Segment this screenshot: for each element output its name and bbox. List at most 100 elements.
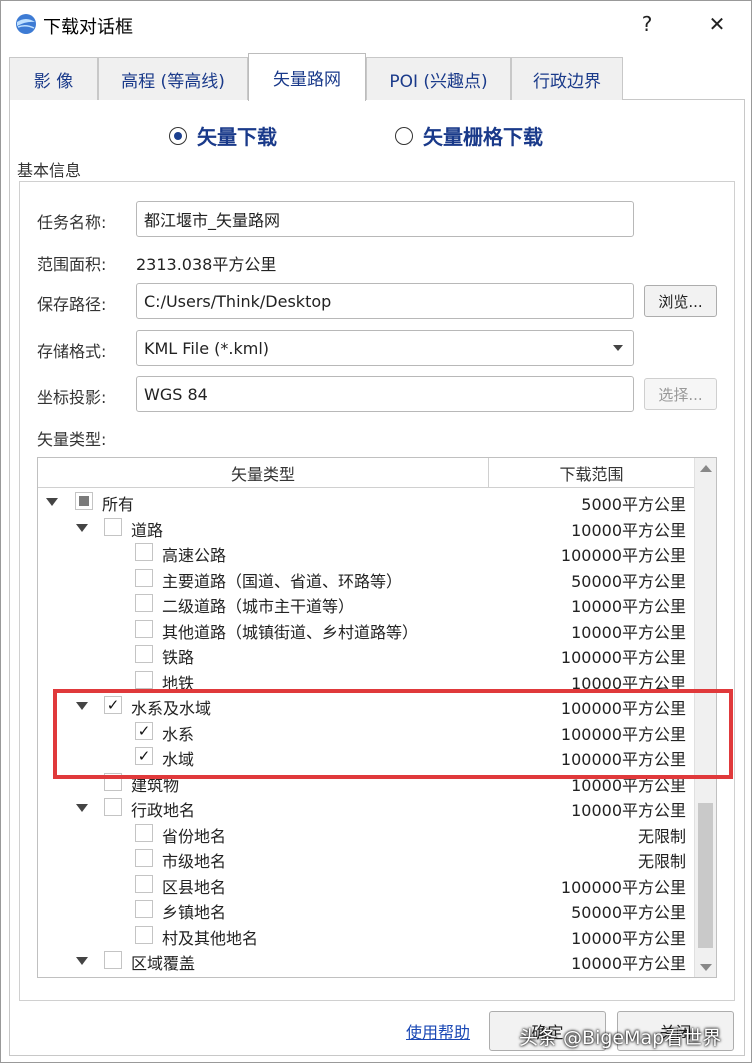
row-range: 10000平方公里: [571, 520, 686, 540]
tree-row[interactable]: 区域覆盖 10000平方公里: [38, 948, 694, 974]
tab-imagery[interactable]: 影 像: [9, 57, 98, 100]
row-range: 5000平方公里: [581, 495, 686, 514]
close-window-button[interactable]: ✕: [693, 7, 741, 41]
tab-label: POI (兴趣点): [389, 71, 488, 92]
expand-arrow-icon[interactable]: [76, 957, 88, 965]
tab-vector-roads[interactable]: 矢量路网: [248, 53, 366, 101]
row-checkbox[interactable]: [135, 670, 153, 689]
radio-label: 矢量下载: [197, 125, 277, 149]
tree-row[interactable]: 二级道路（城市主干道等） 10000平方公里: [38, 591, 694, 617]
tree-row[interactable]: 行政地名 10000平方公里: [38, 795, 694, 821]
scroll-up-icon[interactable]: [700, 465, 712, 472]
row-label: 铁路: [162, 648, 195, 667]
row-checkbox[interactable]: [135, 874, 153, 893]
expand-arrow-icon[interactable]: [76, 523, 88, 532]
row-range: 50000平方公里: [571, 903, 686, 922]
help-button[interactable]: ?: [623, 7, 671, 41]
tree-row[interactable]: 区县地名 100000平方公里: [38, 872, 694, 898]
help-link[interactable]: 使用帮助: [406, 1019, 470, 1043]
scroll-thumb[interactable]: [698, 803, 713, 948]
row-range: 10000平方公里: [571, 597, 686, 616]
row-label: 省份地名: [162, 826, 227, 846]
row-label: 市级地名: [162, 852, 227, 871]
area-label: 范围面积:: [37, 255, 107, 274]
watermark: 头条 @BigeMap看世界: [519, 1027, 722, 1049]
row-range: 10000平方公里: [571, 622, 686, 642]
row-label: 区域覆盖: [131, 954, 196, 973]
row-label: 区县地名: [162, 877, 227, 897]
row-checkbox[interactable]: [135, 619, 153, 638]
expand-arrow-icon[interactable]: [46, 498, 58, 506]
scroll-down-icon[interactable]: [700, 964, 712, 971]
row-checkbox[interactable]: [104, 517, 122, 536]
row-range: 10000平方公里: [571, 954, 686, 973]
tab-admin-boundary[interactable]: 行政边界: [511, 57, 623, 100]
save-path-label: 保存路径:: [37, 295, 107, 314]
task-name-value: 都江堰市_矢量路网: [144, 211, 281, 230]
row-label: 主要道路（国道、省道、环路等）: [162, 571, 403, 591]
tree-row[interactable]: 道路 10000平方公里: [38, 515, 694, 541]
tree-row[interactable]: 主要道路（国道、省道、环路等） 50000平方公里: [38, 566, 694, 592]
projection-input[interactable]: WGS 84: [136, 376, 634, 412]
tree-row[interactable]: 省份地名 无限制: [38, 821, 694, 847]
tree-row[interactable]: 所有 5000平方公里: [38, 489, 694, 515]
row-label: 行政地名: [131, 801, 196, 820]
row-checkbox[interactable]: [135, 849, 153, 867]
task-name-input[interactable]: 都江堰市_矢量路网: [136, 201, 634, 237]
format-select[interactable]: KML File (*.kml): [136, 330, 634, 366]
column-header-range[interactable]: 下载范围: [489, 458, 694, 488]
radio-selected-icon: [169, 126, 187, 145]
download-dialog: 下载对话框 ? ✕ 影 像 高程 (等高线) 矢量路网 POI (兴趣点) 行政…: [0, 0, 752, 1063]
radio-vector-download[interactable]: 矢量下载: [169, 121, 277, 150]
highlight-annotation-box: [53, 689, 733, 779]
browse-button[interactable]: 浏览...: [644, 285, 717, 317]
row-checkbox[interactable]: [104, 798, 122, 816]
select-projection-button[interactable]: 选择...: [644, 378, 717, 410]
row-label: 其他道路（城镇街道、乡村道路等）: [162, 622, 419, 642]
tab-bar: 影 像 高程 (等高线) 矢量路网 POI (兴趣点) 行政边界: [9, 53, 749, 101]
radio-unselected-icon: [395, 126, 413, 145]
tab-label: 行政边界: [533, 71, 601, 92]
row-label: 村及其他地名: [162, 928, 259, 948]
tree-row[interactable]: 村及其他地名 10000平方公里: [38, 923, 694, 949]
row-checkbox[interactable]: [135, 594, 153, 612]
row-checkbox[interactable]: [75, 492, 93, 510]
save-path-input[interactable]: C:/Users/Think/Desktop: [136, 283, 634, 319]
row-checkbox[interactable]: [135, 568, 153, 587]
close-icon: ✕: [708, 12, 726, 36]
row-range: 10000平方公里: [571, 801, 686, 820]
tab-elevation[interactable]: 高程 (等高线): [98, 57, 248, 100]
projection-value: WGS 84: [144, 384, 208, 404]
tab-poi[interactable]: POI (兴趣点): [366, 57, 511, 100]
expand-arrow-icon[interactable]: [76, 804, 88, 812]
globe-app-icon: [16, 14, 36, 34]
tree-row[interactable]: 乡镇地名 50000平方公里: [38, 897, 694, 923]
row-label: 所有: [102, 495, 135, 514]
window-title: 下载对话框: [43, 17, 133, 38]
radio-vector-raster-download[interactable]: 矢量栅格下载: [395, 121, 543, 150]
projection-label: 坐标投影:: [37, 388, 107, 407]
row-label: 二级道路（城市主干道等）: [162, 597, 355, 616]
column-header-type[interactable]: 矢量类型: [38, 458, 489, 488]
row-checkbox[interactable]: [135, 925, 153, 944]
tree-row[interactable]: 市级地名 无限制: [38, 846, 694, 872]
tree-row[interactable]: 高速公路 100000平方公里: [38, 540, 694, 566]
row-label: 高速公路: [162, 546, 227, 565]
vector-type-label: 矢量类型:: [37, 430, 107, 449]
task-name-label: 任务名称:: [37, 213, 107, 232]
row-label: 道路: [131, 520, 164, 540]
help-icon: ?: [641, 12, 653, 36]
tree-row[interactable]: 铁路 100000平方公里: [38, 642, 694, 668]
row-checkbox[interactable]: [135, 900, 153, 918]
tab-label: 影 像: [33, 71, 74, 92]
row-checkbox[interactable]: [135, 645, 153, 663]
basic-info-title: 基本信息: [17, 161, 82, 180]
tree-row[interactable]: 其他道路（城镇街道、乡村道路等） 10000平方公里: [38, 617, 694, 643]
row-checkbox[interactable]: [135, 543, 153, 561]
radio-label: 矢量栅格下载: [423, 125, 543, 149]
dropdown-arrow-icon: [613, 345, 623, 351]
format-label: 存储格式:: [37, 342, 107, 361]
row-checkbox[interactable]: [104, 951, 122, 969]
row-checkbox[interactable]: [135, 823, 153, 842]
area-value: 2313.038平方公里: [136, 255, 277, 274]
